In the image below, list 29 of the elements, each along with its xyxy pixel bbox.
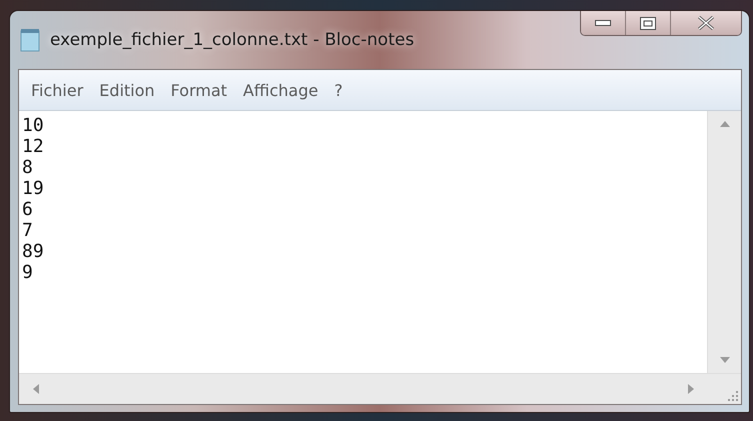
resize-grip-icon[interactable] — [728, 391, 738, 401]
text-line: 7 — [22, 220, 34, 241]
text-line: 6 — [22, 199, 34, 220]
text-line: 12 — [22, 136, 45, 157]
menu-item[interactable]: Format — [162, 80, 236, 100]
maximize-icon — [640, 16, 656, 30]
scroll-up-icon[interactable] — [720, 121, 730, 127]
text-line: 9 — [22, 262, 34, 283]
vertical-scrollbar[interactable] — [707, 111, 741, 373]
minimize-button[interactable] — [581, 11, 625, 35]
text-line: 19 — [22, 178, 45, 199]
text-line: 8 — [22, 157, 34, 178]
menu-item[interactable]: ? — [326, 80, 351, 100]
menu-item[interactable]: Edition — [91, 80, 163, 100]
window-title: exemple_fichier_1_colonne.txt - Bloc-notes — [50, 30, 414, 50]
text-line: 10 — [22, 115, 45, 136]
text-line: 89 — [22, 241, 45, 262]
maximize-button[interactable] — [625, 11, 670, 35]
scroll-right-icon[interactable] — [688, 384, 694, 394]
horizontal-scrollbar[interactable] — [19, 374, 708, 404]
text-area[interactable]: 10 12 8 19 6 7 89 9 — [19, 111, 707, 373]
scroll-left-icon[interactable] — [33, 384, 39, 394]
menu-item[interactable]: Fichier — [23, 80, 92, 100]
notepad-icon — [20, 28, 40, 52]
minimize-icon — [595, 20, 611, 26]
close-button[interactable] — [670, 11, 741, 35]
close-icon — [697, 16, 715, 30]
menu-item[interactable]: Affichage — [235, 80, 326, 100]
scroll-down-icon[interactable] — [720, 357, 730, 363]
